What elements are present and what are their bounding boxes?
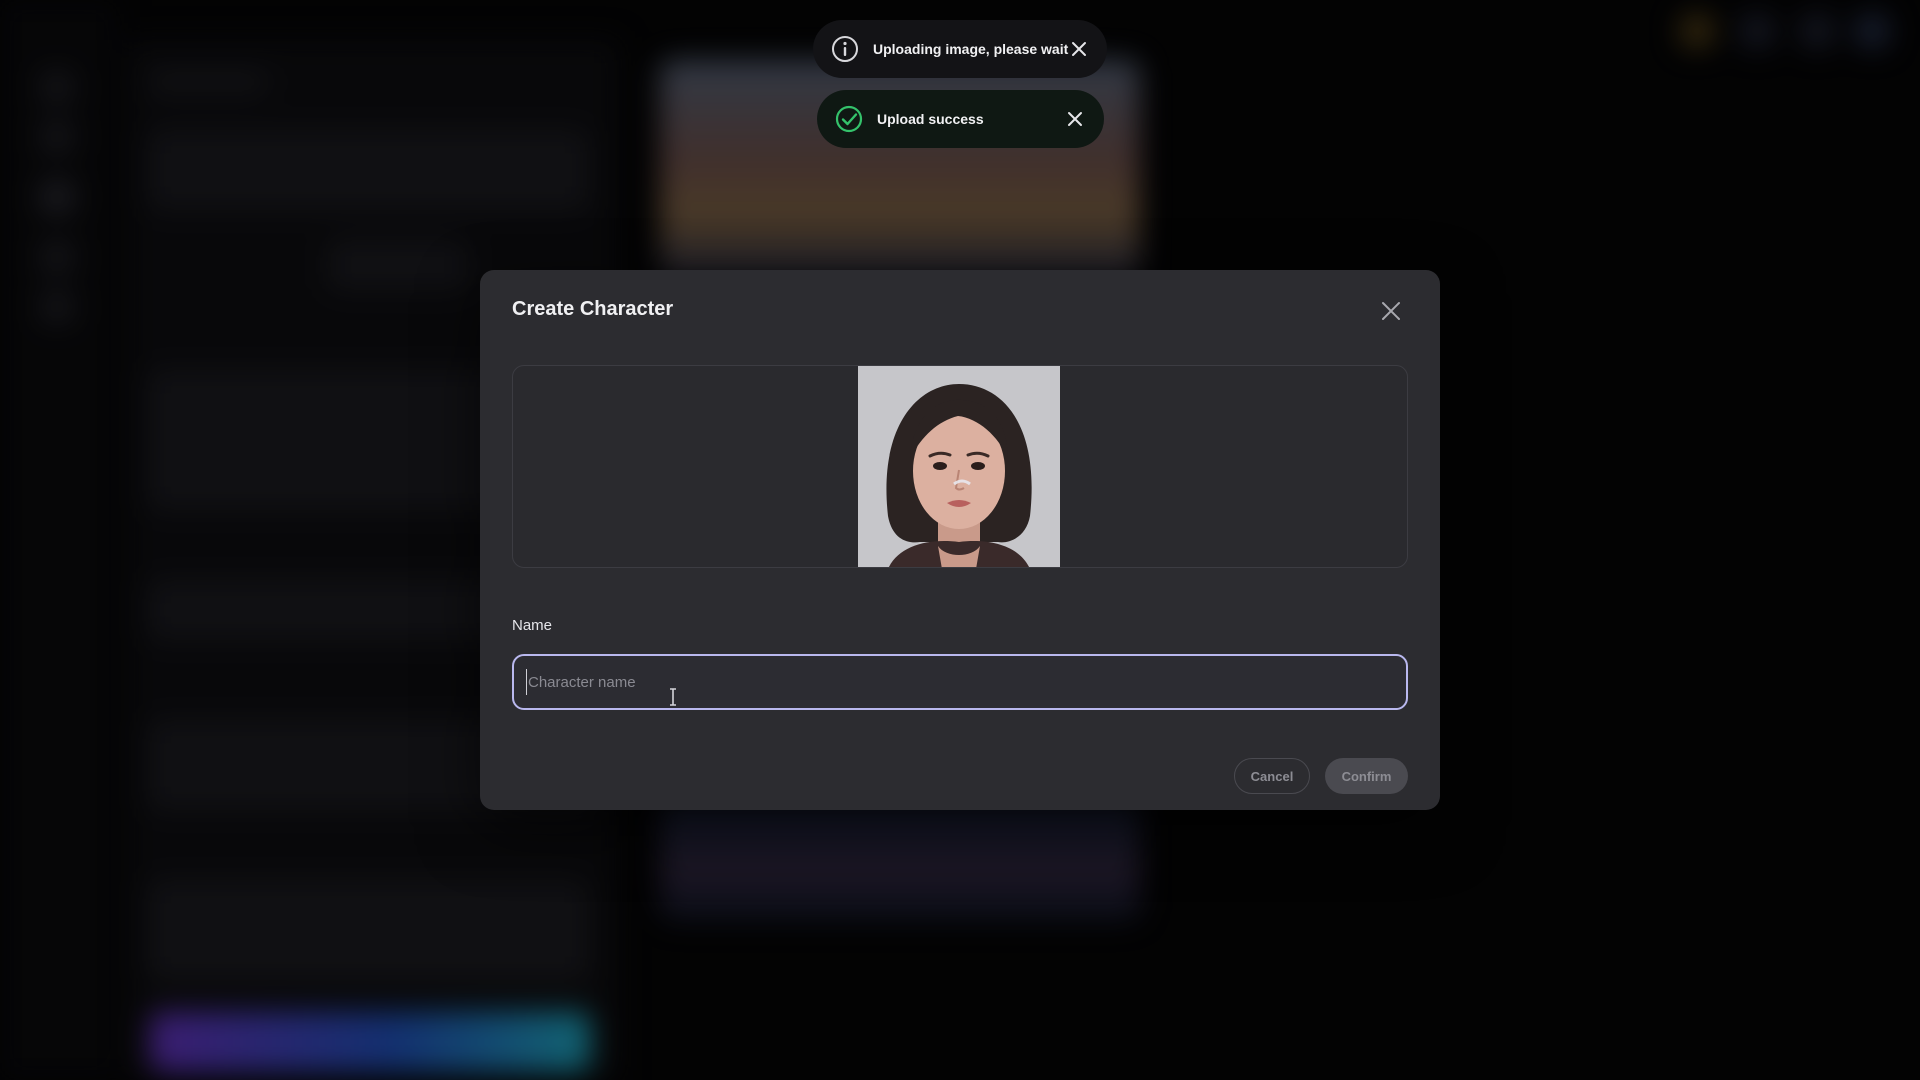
info-icon [832, 36, 858, 62]
character-name-input[interactable] [512, 654, 1408, 710]
dialog-title: Create Character [512, 298, 674, 320]
upload-success-toast: Upload success [817, 90, 1104, 148]
text-cursor-icon [670, 688, 676, 706]
text-caret [526, 669, 527, 695]
create-character-dialog: Create Character Name Character name Can… [480, 270, 1440, 810]
check-circle-icon [835, 105, 863, 133]
name-label: Name [512, 617, 553, 634]
close-icon[interactable] [1068, 38, 1090, 60]
confirm-button[interactable]: Confirm [1325, 758, 1408, 794]
close-icon[interactable] [1378, 298, 1404, 324]
uploading-toast-message: Uploading image, please wait [873, 41, 1069, 57]
close-icon[interactable] [1064, 108, 1086, 130]
uploading-toast: Uploading image, please wait [813, 20, 1107, 78]
uploaded-character-image [858, 366, 1060, 567]
image-upload-area[interactable] [512, 365, 1408, 568]
upload-success-message: Upload success [877, 111, 984, 127]
cancel-button[interactable]: Cancel [1234, 758, 1310, 794]
